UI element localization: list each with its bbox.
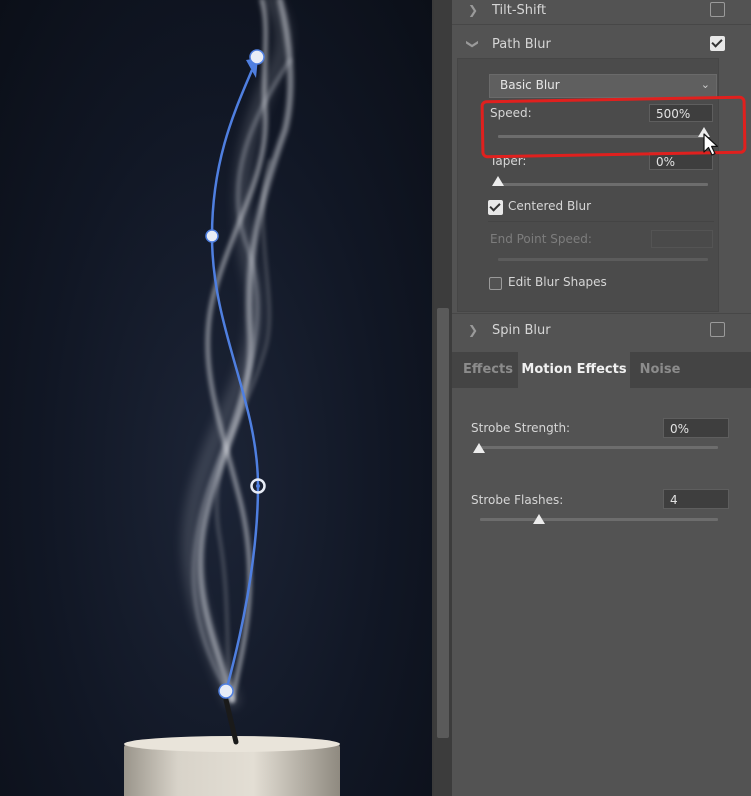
chevron-down-icon[interactable]: ❯ xyxy=(466,39,480,49)
path-blur-checkbox[interactable] xyxy=(710,36,725,51)
end-point-speed-slider xyxy=(498,258,708,261)
smoke xyxy=(181,0,294,708)
divider xyxy=(452,313,751,314)
chevron-down-icon: ⌄ xyxy=(700,78,710,91)
taper-slider[interactable] xyxy=(498,183,708,186)
edit-blur-shapes-checkbox[interactable] xyxy=(489,277,502,290)
spin-blur-checkbox[interactable] xyxy=(710,322,725,337)
end-point-speed-label: End Point Speed: xyxy=(490,232,592,246)
strobe-flashes-slider-handle[interactable] xyxy=(533,514,545,524)
path-midpoint-center xyxy=(256,484,260,488)
path-end-handle[interactable] xyxy=(249,49,265,65)
section-tilt-shift[interactable]: ❯ Tilt-Shift xyxy=(452,0,751,26)
strobe-flashes-label: Strobe Flashes: xyxy=(471,493,564,507)
strobe-flashes-field[interactable]: 4 xyxy=(663,489,729,509)
mouse-cursor-icon xyxy=(703,133,719,156)
path-start-handle[interactable] xyxy=(218,683,234,699)
canvas-artwork xyxy=(124,0,340,796)
section-label: Path Blur xyxy=(492,37,551,52)
tilt-shift-checkbox[interactable] xyxy=(710,2,725,17)
centered-blur-label: Centered Blur xyxy=(508,199,592,213)
tab-effects[interactable]: Effects xyxy=(458,352,518,388)
section-spin-blur[interactable]: ❯ Spin Blur xyxy=(452,320,751,346)
strobe-strength-label: Strobe Strength: xyxy=(471,421,571,435)
edit-blur-shapes-label: Edit Blur Shapes xyxy=(508,275,607,289)
section-label: Tilt-Shift xyxy=(492,3,547,18)
blur-type-dropdown[interactable]: Basic Blur ⌄ xyxy=(489,74,717,98)
strobe-strength-slider[interactable] xyxy=(480,446,718,449)
divider xyxy=(488,221,714,222)
candle xyxy=(124,697,340,796)
centered-blur-checkbox[interactable] xyxy=(488,200,503,215)
scrollbar-thumb[interactable] xyxy=(437,308,449,738)
effects-tabs: Effects Motion Effects Noise xyxy=(452,352,751,388)
section-path-blur[interactable]: ❯ Path Blur xyxy=(452,34,751,60)
panel-scrollbar[interactable] xyxy=(434,0,452,796)
chevron-right-icon[interactable]: ❯ xyxy=(468,323,478,337)
section-label: Spin Blur xyxy=(492,323,551,338)
taper-slider-handle[interactable] xyxy=(492,176,504,186)
divider xyxy=(452,24,751,25)
dropdown-value: Basic Blur xyxy=(500,78,560,92)
path-curve-handle[interactable] xyxy=(205,229,219,243)
tab-noise[interactable]: Noise xyxy=(634,352,686,388)
strobe-strength-slider-handle[interactable] xyxy=(473,443,485,453)
image-canvas[interactable] xyxy=(0,0,432,796)
chevron-right-icon[interactable]: ❯ xyxy=(468,3,478,17)
strobe-flashes-slider[interactable] xyxy=(480,518,718,521)
end-point-speed-field xyxy=(651,230,713,248)
tab-motion-effects[interactable]: Motion Effects xyxy=(518,352,630,388)
strobe-strength-field[interactable]: 0% xyxy=(663,418,729,438)
